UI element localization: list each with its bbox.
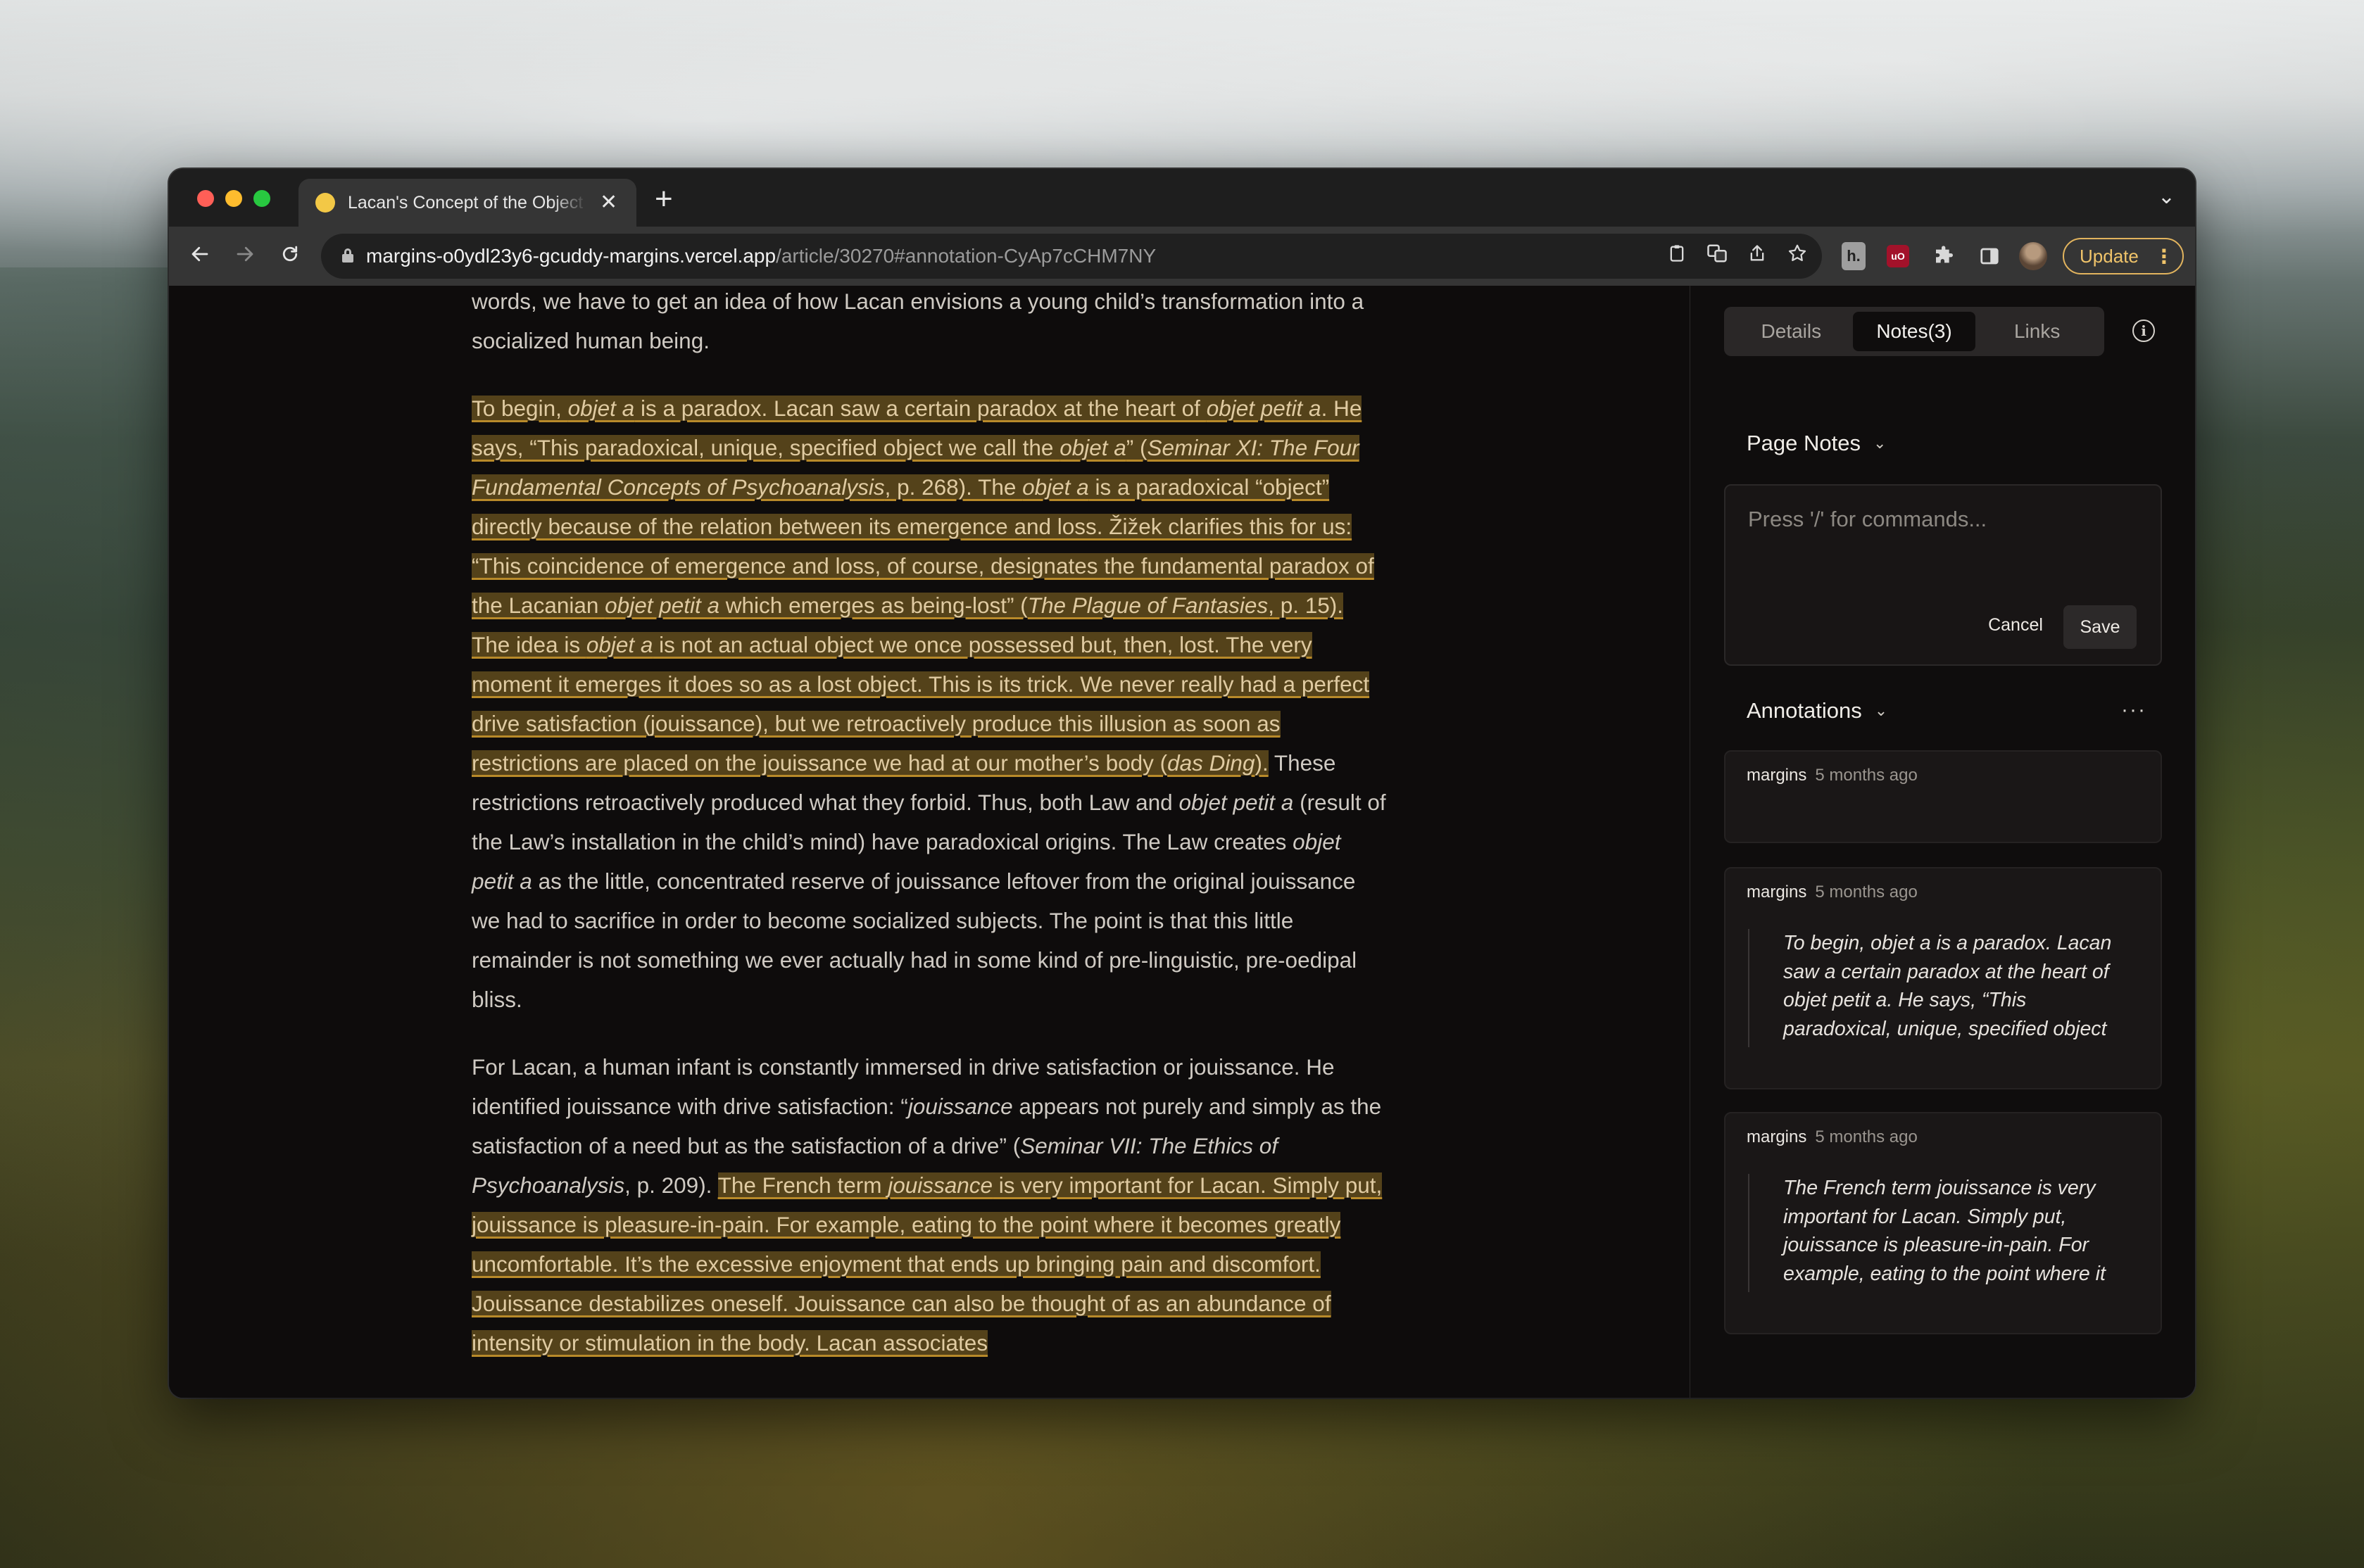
close-window-button[interactable]: [197, 190, 214, 207]
text-run: The French term: [717, 1172, 888, 1198]
bookmark-star-icon[interactable]: [1787, 243, 1808, 270]
text-run: , p. 268). The: [884, 474, 1023, 500]
info-icon[interactable]: i: [2132, 320, 2155, 342]
tab-details[interactable]: Details: [1730, 312, 1853, 351]
annotation-time: 5 months ago: [1815, 766, 1918, 785]
text-run: ” (: [1126, 435, 1148, 460]
annotation-user: margins: [1747, 1127, 1807, 1146]
url-host: margins-o0ydl23y6-gcuddy-margins.vercel.…: [366, 245, 777, 267]
maximize-window-button[interactable]: [253, 190, 270, 207]
page-content: words, we have to get an idea of how Lac…: [169, 286, 2195, 1398]
annotation-quote: To begin, objet a is a paradox. Lacan sa…: [1748, 929, 2139, 1047]
minimize-window-button[interactable]: [225, 190, 242, 207]
article-paragraph: To begin, objet a is a paradox. Lacan sa…: [472, 388, 1387, 1019]
annotation-header: margins 5 months ago: [1747, 1127, 1918, 1147]
annotation-card[interactable]: margins 5 months ago: [1724, 750, 2162, 843]
annotation-header: margins 5 months ago: [1747, 883, 1918, 902]
annotation-time: 5 months ago: [1815, 883, 1918, 902]
annotations-title: Annotations: [1747, 698, 1862, 723]
kebab-menu-icon: ⋮: [2154, 245, 2174, 267]
annotation-quote: The French term jouissance is very impor…: [1748, 1174, 2139, 1292]
text-run: which emerges as being-lost” (: [719, 593, 1028, 618]
update-button[interactable]: Update ⋮: [2063, 238, 2184, 274]
tab-notes[interactable]: Notes(3): [1852, 312, 1976, 351]
note-placeholder: Press '/' for commands...: [1748, 507, 1987, 531]
article-body: words, we have to get an idea of how Lac…: [472, 286, 1387, 1391]
article-paragraph: For Lacan, a human infant is constantly …: [472, 1047, 1387, 1362]
italic-run: objet petit a: [605, 593, 720, 618]
favicon-icon: [315, 193, 335, 213]
italic-run: objet a: [567, 396, 635, 421]
more-options-icon[interactable]: ···: [2121, 698, 2146, 722]
annotation-time: 5 months ago: [1815, 1127, 1918, 1146]
update-label: Update: [2080, 245, 2139, 267]
forward-button[interactable]: [228, 239, 262, 273]
arrow-left-icon: [191, 246, 208, 262]
back-button[interactable]: [183, 239, 217, 273]
highlight-annotation[interactable]: To begin, objet a is a paradox. Lacan sa…: [472, 396, 1374, 776]
text-run: as the little, concentrated reserve of j…: [472, 868, 1357, 1012]
text-run: , p. 209).: [624, 1172, 718, 1198]
annotation-user: margins: [1747, 883, 1807, 902]
annotation-sidebar: Details Notes(3) Links i Page Notes ⌄ Pr…: [1690, 286, 2195, 1398]
tab-search-icon[interactable]: ⌄: [2158, 184, 2175, 209]
hypothesis-extension-icon[interactable]: h.: [1842, 242, 1866, 270]
annotation-card[interactable]: margins 5 months ago To begin, objet a is…: [1724, 867, 2162, 1089]
page-note-editor[interactable]: Press '/' for commands... Cancel Save: [1724, 484, 2162, 666]
highlight-annotation[interactable]: The French term jouissance is very impor…: [472, 1172, 1383, 1355]
text-run: is very important for Lacan. Simply put,…: [472, 1172, 1383, 1355]
text-run: ).: [1255, 750, 1269, 776]
url-text[interactable]: margins-o0ydl23y6-gcuddy-margins.vercel.…: [366, 245, 1156, 267]
reload-button[interactable]: [273, 239, 307, 273]
share-icon[interactable]: [1747, 244, 1767, 269]
italic-run: jouissance: [888, 1172, 993, 1198]
translate-icon[interactable]: [1706, 243, 1728, 270]
italic-run: The Plague of Fantasies: [1027, 593, 1269, 618]
tab-strip: Lacan's Concept of the Object petit a ✕ …: [169, 169, 2195, 227]
new-tab-button[interactable]: +: [655, 182, 673, 217]
extensions-puzzle-icon[interactable]: [1930, 242, 1959, 270]
tab-title: Lacan's Concept of the Object petit a: [348, 192, 587, 213]
italic-run: das Ding: [1167, 750, 1255, 776]
tab-links[interactable]: Links: [1975, 312, 2099, 351]
article-paragraph: words, we have to get an idea of how Lac…: [472, 289, 1364, 353]
browser-window: Lacan's Concept of the Object petit a ✕ …: [169, 169, 2195, 1398]
italic-run: objet a: [586, 632, 653, 657]
annotation-header: margins 5 months ago: [1747, 766, 1918, 785]
browser-toolbar: margins-o0ydl23y6-gcuddy-margins.vercel.…: [169, 227, 2195, 286]
italic-run: objet a: [1022, 474, 1089, 500]
italic-run: objet petit a: [1178, 790, 1294, 815]
annotations-toggle[interactable]: Annotations ⌄: [1747, 698, 1887, 723]
clipboard-icon[interactable]: [1667, 244, 1687, 269]
page-notes-toggle[interactable]: Page Notes ⌄: [1747, 431, 1886, 456]
cancel-button[interactable]: Cancel: [1980, 605, 2051, 645]
reload-icon: [282, 246, 298, 262]
italic-run: jouissance: [907, 1094, 1013, 1119]
sidebar-tabs: Details Notes(3) Links: [1724, 307, 2104, 356]
browser-tab-active[interactable]: Lacan's Concept of the Object petit a ✕: [298, 179, 636, 227]
annotation-user: margins: [1747, 766, 1807, 785]
text-run: To begin,: [472, 396, 568, 421]
arrow-right-icon: [237, 246, 253, 262]
tab-close-icon[interactable]: ✕: [600, 192, 617, 213]
url-path: /article/30270#annotation-CyAp7cCHM7NY: [776, 245, 1157, 267]
chevron-down-icon: ⌄: [1873, 434, 1887, 452]
chevron-down-icon: ⌄: [1874, 702, 1888, 719]
italic-run: objet petit a: [1206, 396, 1321, 421]
address-bar[interactable]: margins-o0ydl23y6-gcuddy-margins.vercel.…: [321, 234, 1822, 279]
profile-avatar[interactable]: [2019, 242, 2047, 270]
omnibox-actions: [1667, 234, 1808, 279]
page-notes-title: Page Notes: [1747, 431, 1861, 455]
annotation-card[interactable]: margins 5 months ago The French term joui…: [1724, 1112, 2162, 1334]
side-panel-icon[interactable]: [1975, 242, 2004, 270]
save-button[interactable]: Save: [2063, 605, 2137, 649]
italic-run: objet a: [1060, 435, 1126, 460]
text-run: is a paradox. Lacan saw a certain parado…: [634, 396, 1207, 421]
ublock-extension-icon[interactable]: uO: [1887, 245, 1909, 267]
lock-icon[interactable]: [342, 248, 353, 263]
